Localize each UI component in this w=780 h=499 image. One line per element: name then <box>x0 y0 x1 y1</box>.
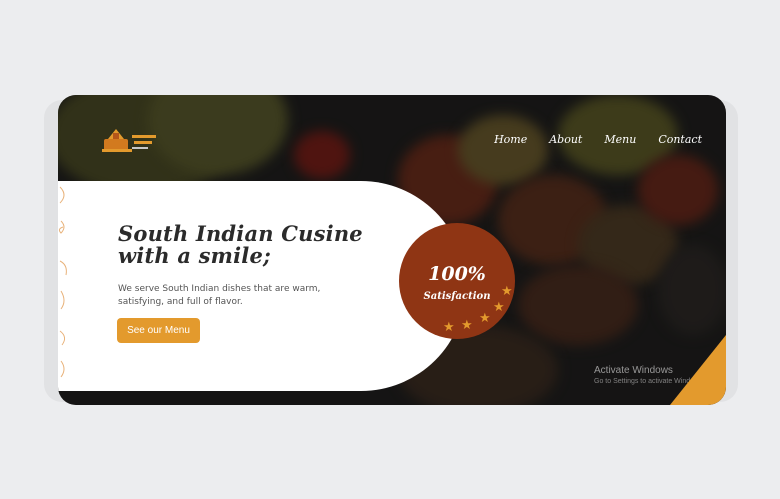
star-icon: ★ <box>493 300 505 315</box>
star-icon: ★ <box>461 318 473 333</box>
badge-percent: 100% <box>428 263 486 285</box>
satisfaction-badge: 100% Satisfaction ★ ★ ★ ★ ★ <box>399 223 515 339</box>
hero-description-line2: satisfying, and full of flavor. <box>118 297 243 307</box>
temple-logo-icon[interactable] <box>98 125 160 155</box>
see-menu-button[interactable]: See our Menu <box>117 318 200 343</box>
nav-contact[interactable]: Contact <box>658 133 702 146</box>
main-nav: Home About Menu Contact <box>494 133 702 146</box>
hero-title: South Indian Cusine with a smile; <box>118 223 378 267</box>
doodle-pattern-icon <box>58 186 67 378</box>
hero-description: We serve South Indian dishes that are wa… <box>118 283 328 309</box>
hero-card: Home About Menu Contact South Indian Cus… <box>58 95 726 405</box>
nav-menu[interactable]: Menu <box>604 133 636 146</box>
star-icon: ★ <box>443 320 455 335</box>
nav-about[interactable]: About <box>549 133 582 146</box>
nav-home[interactable]: Home <box>494 133 527 146</box>
star-icon: ★ <box>501 284 513 299</box>
star-icon: ★ <box>479 311 491 326</box>
activate-windows-title: Activate Windows <box>594 365 673 376</box>
hero-description-line1: We serve South Indian dishes that are wa… <box>118 284 321 294</box>
hero-title-line2: with a smile; <box>118 243 271 268</box>
